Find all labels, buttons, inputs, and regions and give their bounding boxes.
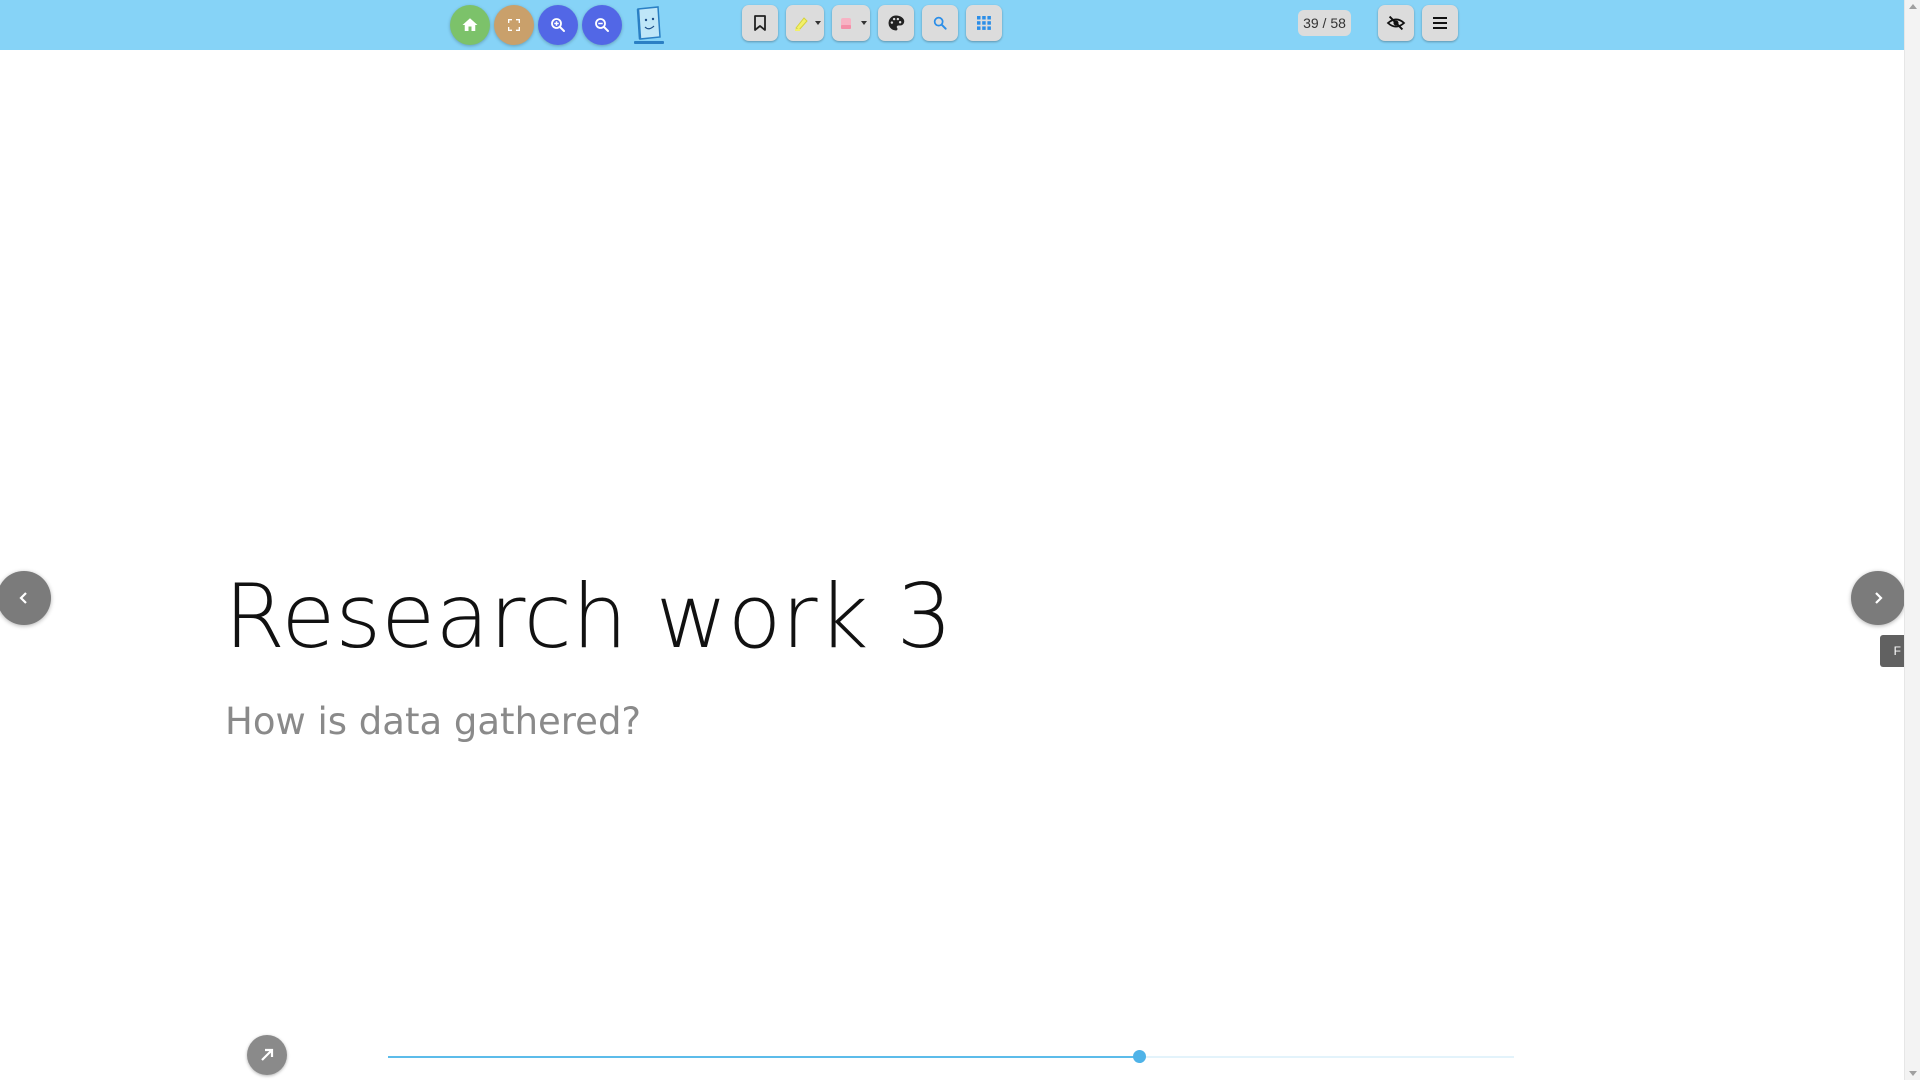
arrow-up-right-icon — [258, 1046, 276, 1064]
expand-button[interactable] — [247, 1035, 287, 1075]
previous-page-button[interactable] — [0, 571, 51, 625]
app-logo-icon — [632, 4, 666, 46]
zoom-in-button[interactable] — [538, 5, 578, 45]
thumbnail-grid-button[interactable] — [966, 5, 1002, 41]
scroll-up-icon[interactable] — [1909, 4, 1917, 9]
highlighter-icon — [793, 15, 809, 31]
palette-icon — [887, 14, 905, 32]
next-page-button[interactable] — [1851, 571, 1905, 625]
search-button[interactable] — [922, 5, 958, 41]
bookmark-icon — [753, 15, 767, 31]
chevron-left-icon — [17, 591, 31, 605]
slide-title: Research work 3 — [224, 565, 953, 668]
side-panel-tab-label: F — [1893, 644, 1901, 658]
home-button[interactable] — [450, 5, 490, 45]
search-icon — [932, 15, 948, 31]
chevron-right-icon — [1871, 591, 1885, 605]
grid-icon — [976, 15, 992, 31]
eraser-button[interactable] — [832, 5, 870, 41]
slide-subtitle: How is data gathered? — [225, 700, 642, 743]
page-indicator: 39 / 58 — [1298, 10, 1351, 36]
page-progress-slider[interactable] — [388, 1050, 1514, 1063]
zoom-in-icon — [549, 16, 567, 34]
fullscreen-icon — [506, 17, 522, 33]
eraser-icon — [839, 15, 853, 31]
viewer-page: 39 / 58 Research work 3 How is data gath… — [0, 0, 1920, 1080]
progress-fill — [388, 1056, 1139, 1058]
zoom-out-icon — [593, 16, 611, 34]
home-icon — [461, 16, 479, 34]
side-panel-tab[interactable]: F — [1880, 635, 1904, 667]
menu-icon — [1432, 16, 1448, 30]
progress-handle[interactable] — [1132, 1050, 1146, 1063]
scroll-down-icon[interactable] — [1909, 1071, 1917, 1076]
eraser-dropdown-icon[interactable] — [861, 21, 867, 25]
menu-button[interactable] — [1422, 5, 1458, 41]
hide-icon — [1386, 15, 1406, 31]
vertical-scrollbar[interactable] — [1904, 0, 1920, 1080]
zoom-out-button[interactable] — [582, 5, 622, 45]
highlighter-button[interactable] — [786, 5, 824, 41]
top-toolbar: 39 / 58 — [0, 0, 1904, 50]
app-logo[interactable] — [632, 4, 666, 46]
palette-button[interactable] — [878, 5, 914, 41]
fullscreen-button[interactable] — [494, 5, 534, 45]
hide-toolbar-button[interactable] — [1378, 5, 1414, 41]
highlighter-dropdown-icon[interactable] — [815, 21, 821, 25]
bookmark-button[interactable] — [742, 5, 778, 41]
